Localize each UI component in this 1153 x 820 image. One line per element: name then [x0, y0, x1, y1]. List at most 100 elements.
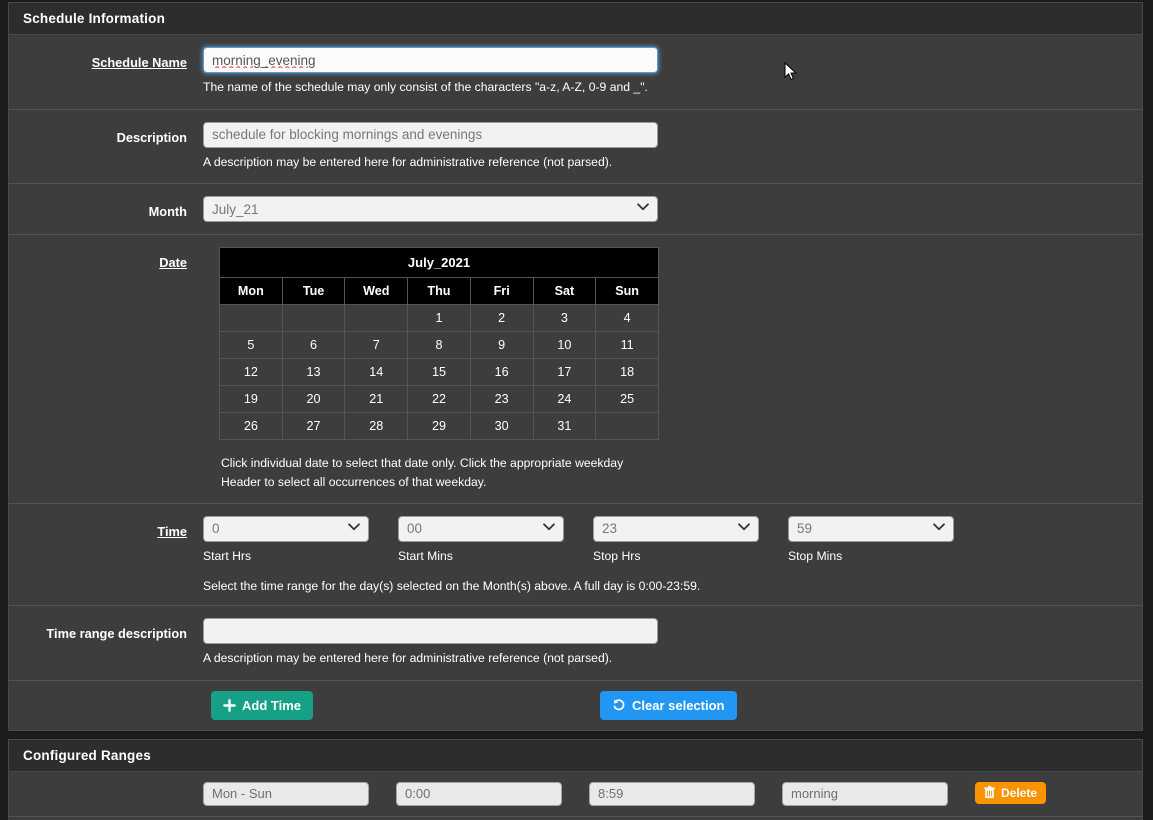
calendar-day-19[interactable]: 19 — [219, 385, 283, 414]
description-input[interactable] — [203, 121, 658, 148]
schedule-name-input[interactable] — [203, 47, 658, 73]
calendar-day-3[interactable]: 3 — [532, 304, 597, 333]
calendar-day-31[interactable]: 31 — [532, 412, 597, 441]
calendar-day-24[interactable]: 24 — [532, 385, 597, 414]
calendar-day-9[interactable]: 9 — [469, 331, 534, 360]
start-mins-cell: 00 Start Mins — [398, 515, 593, 563]
calendar-day-23[interactable]: 23 — [469, 385, 534, 414]
calendar-day-10[interactable]: 10 — [532, 331, 597, 360]
calendar-weekday-fri[interactable]: Fri — [469, 277, 534, 306]
calendar-weekday-wed[interactable]: Wed — [344, 277, 409, 306]
calendar-help: Click individual date to select that dat… — [221, 454, 1142, 491]
calendar-title: July_2021 — [219, 247, 659, 279]
calendar-day-26[interactable]: 26 — [219, 412, 283, 441]
row-date: Date July_2021 Mon Tue Wed Thu Fri Sat Sun 1 2 3 4 5… — [9, 235, 1142, 504]
configured-range-days-input[interactable] — [203, 781, 369, 806]
configured-range-row: Delete — [9, 771, 1142, 817]
schedule-information-panel: Schedule Information Schedule Name The n… — [8, 2, 1143, 731]
calendar-weekday-mon[interactable]: Mon — [219, 277, 283, 306]
calendar-day-15[interactable]: 15 — [407, 358, 471, 387]
time-body: 0 Start Hrs 00 Start Mins 23 Stop Hrs 59… — [195, 515, 1142, 593]
stop-hrs-sublabel: Stop Hrs — [593, 548, 641, 563]
month-select-wrap: July_21 — [203, 196, 658, 223]
calendar-day-22[interactable]: 22 — [407, 385, 471, 414]
calendar-day-30[interactable]: 30 — [469, 412, 534, 441]
start-hrs-select[interactable]: 0 — [203, 515, 369, 542]
calendar-day-8[interactable]: 8 — [407, 331, 471, 360]
start-mins-wrap: 00 — [398, 515, 564, 542]
calendar-help-line1: Click individual date to select that dat… — [221, 456, 624, 471]
description-help: A description may be entered here for ad… — [203, 154, 613, 169]
start-hrs-sublabel: Start Hrs — [203, 548, 252, 563]
start-mins-sublabel: Start Mins — [398, 548, 453, 563]
time-range-description-input[interactable] — [203, 617, 658, 644]
start-hrs-cell: 0 Start Hrs — [203, 515, 398, 563]
calendar-week-row: 26 27 28 29 30 31 — [219, 412, 659, 441]
calendar-weekday-sat[interactable]: Sat — [532, 277, 597, 306]
calendar-day-16[interactable]: 16 — [469, 358, 534, 387]
configured-ranges-body: Delete Day(s)Start timeStop timeDescripti… — [9, 771, 1142, 820]
configured-range-stop-input[interactable] — [589, 781, 755, 806]
configured-range-start-input[interactable] — [396, 781, 562, 806]
month-body: July_21 — [195, 196, 1142, 223]
calendar-day-7[interactable]: 7 — [344, 331, 409, 360]
month-select[interactable]: July_21 — [203, 196, 658, 223]
schedule-information-header: Schedule Information — [9, 3, 1142, 35]
configured-ranges-header: Configured Ranges — [9, 739, 1142, 772]
schedule-name-input-wrap — [203, 47, 658, 73]
add-time-button[interactable]: Add Time — [211, 690, 313, 720]
calendar-weekday-sun[interactable]: Sun — [595, 277, 659, 306]
calendar-day-18[interactable]: 18 — [595, 358, 659, 387]
schedule-actions-row: Add Time Clear selection — [9, 680, 1142, 730]
row-month: Month July_21 — [9, 184, 1142, 236]
start-mins-select[interactable]: 00 — [398, 515, 564, 542]
page-root: Schedule Information Schedule Name The n… — [0, 0, 1153, 820]
calendar: July_2021 Mon Tue Wed Thu Fri Sat Sun 1 2 3 4 5 6 7 8 9 1… — [219, 247, 659, 441]
calendar-day-29[interactable]: 29 — [407, 412, 471, 441]
calendar-day-21[interactable]: 21 — [344, 385, 409, 414]
calendar-week-row: 12 13 14 15 16 17 18 — [219, 358, 659, 387]
stop-hrs-wrap: 23 — [593, 515, 759, 542]
time-label[interactable]: Time — [9, 516, 195, 539]
calendar-day-empty — [344, 304, 409, 333]
configured-range-description-input[interactable] — [782, 781, 948, 806]
calendar-day-1[interactable]: 1 — [407, 304, 471, 333]
configured-range-description-cell — [782, 781, 975, 806]
stop-hrs-select[interactable]: 23 — [593, 515, 759, 542]
calendar-weekday-thu[interactable]: Thu — [407, 277, 471, 306]
calendar-day-13[interactable]: 13 — [281, 358, 346, 387]
stop-mins-wrap: 59 — [788, 515, 954, 542]
date-label[interactable]: Date — [9, 247, 195, 270]
calendar-day-28[interactable]: 28 — [344, 412, 409, 441]
delete-range-button[interactable]: Delete — [975, 781, 1047, 804]
time-range-description-label: Time range description — [46, 625, 187, 641]
undo-icon — [612, 698, 626, 712]
calendar-day-11[interactable]: 11 — [595, 331, 659, 360]
calendar-day-5[interactable]: 5 — [219, 331, 283, 360]
clear-selection-button[interactable]: Clear selection — [600, 690, 737, 720]
month-label: Month — [148, 204, 187, 220]
time-note: Select the time range for the day(s) sel… — [203, 578, 701, 593]
date-body: July_2021 Mon Tue Wed Thu Fri Sat Sun 1 2 3 4 5 6 7 8 9 1… — [195, 247, 1142, 491]
schedule-name-body: The name of the schedule may only consis… — [195, 47, 1142, 97]
calendar-day-6[interactable]: 6 — [281, 331, 346, 360]
calendar-day-14[interactable]: 14 — [344, 358, 409, 387]
configured-range-start-cell — [396, 781, 589, 806]
calendar-day-25[interactable]: 25 — [595, 385, 659, 414]
calendar-week-row: 5 6 7 8 9 10 11 — [219, 331, 659, 360]
stop-mins-select[interactable]: 59 — [788, 515, 954, 542]
calendar-day-12[interactable]: 12 — [219, 358, 283, 387]
calendar-day-17[interactable]: 17 — [532, 358, 597, 387]
stop-mins-cell: 59 Stop Mins — [788, 515, 983, 563]
stop-hrs-cell: 23 Stop Hrs — [593, 515, 788, 563]
configured-ranges-panel: Configured Ranges Delete Day(s)Start time… — [8, 738, 1143, 820]
calendar-weekday-tue[interactable]: Tue — [281, 277, 346, 306]
schedule-name-label[interactable]: Schedule Name — [9, 47, 195, 70]
schedule-name-help: The name of the schedule may only consis… — [203, 80, 648, 94]
row-description: Description A description may be entered… — [9, 109, 1142, 185]
calendar-day-27[interactable]: 27 — [281, 412, 346, 441]
calendar-day-4[interactable]: 4 — [595, 304, 659, 333]
calendar-week-row: 1234 — [219, 304, 659, 333]
calendar-day-2[interactable]: 2 — [469, 304, 534, 333]
calendar-day-20[interactable]: 20 — [281, 385, 346, 414]
